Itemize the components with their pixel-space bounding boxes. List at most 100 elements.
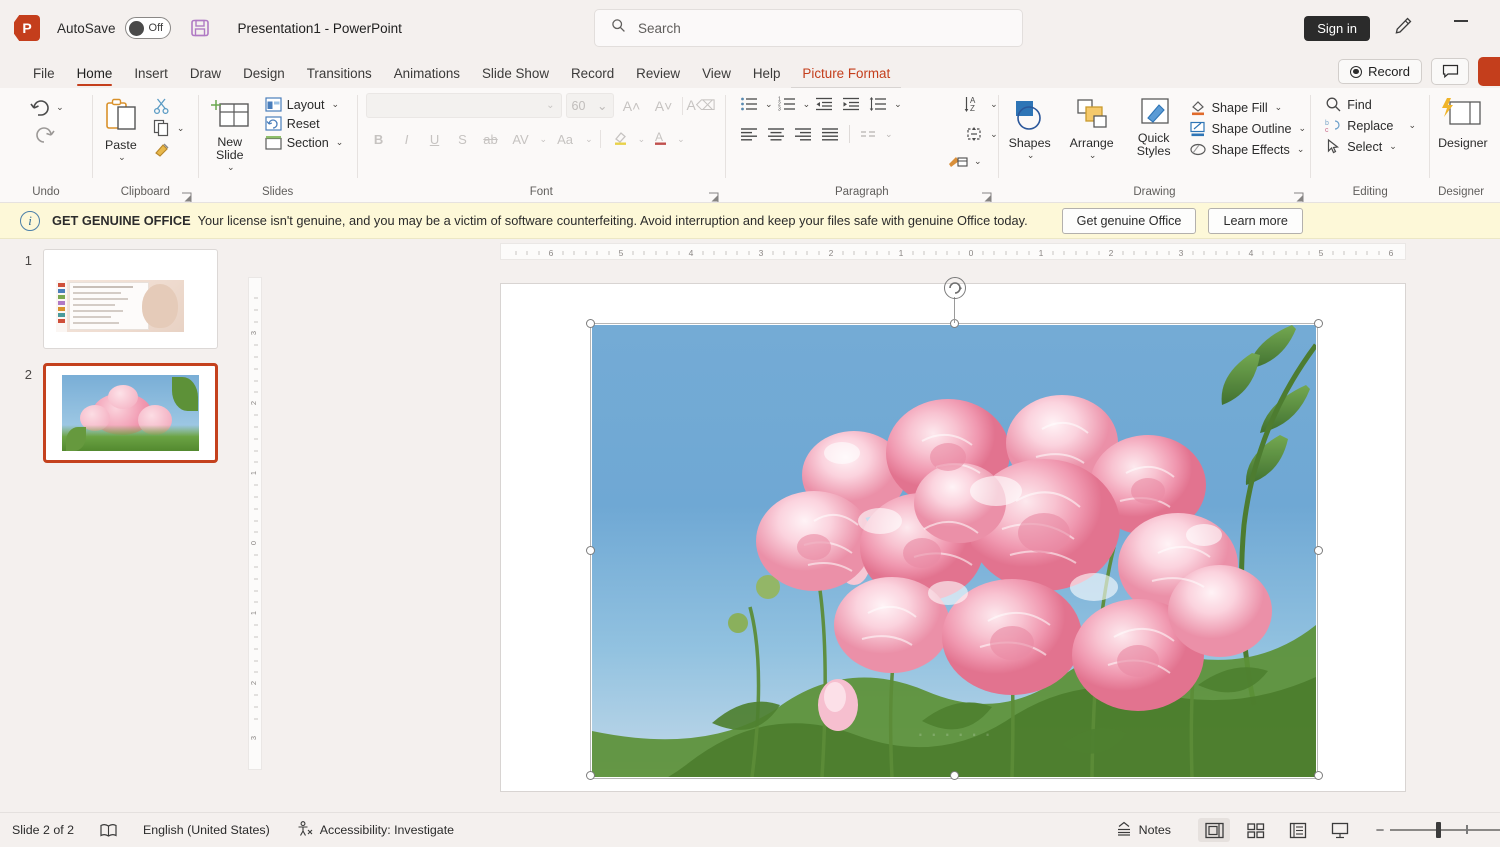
share-button[interactable]	[1478, 57, 1500, 86]
chevron-down-icon[interactable]: ⌄	[974, 156, 982, 167]
chevron-down-icon[interactable]: ⌄	[765, 99, 773, 110]
chevron-down-icon[interactable]: ⌄	[677, 134, 685, 145]
strikethrough-button[interactable]: ab	[478, 132, 504, 147]
notes-page-icon[interactable]	[87, 823, 130, 838]
resize-handle-top-right[interactable]	[1314, 319, 1323, 328]
increase-indent-icon[interactable]	[838, 93, 864, 115]
comment-icon[interactable]	[1431, 58, 1469, 85]
chevron-down-icon[interactable]: ⌄	[990, 99, 998, 110]
text-shadow-button[interactable]: S	[450, 132, 476, 147]
bullet-list-icon[interactable]	[736, 93, 762, 115]
resize-handle-middle-left[interactable]	[586, 546, 595, 555]
thumbnail-slide-2[interactable]: 2	[0, 363, 242, 463]
zoom-slider[interactable]	[1390, 822, 1500, 838]
underline-button[interactable]: U	[422, 132, 448, 147]
chevron-down-icon[interactable]: ⌄	[990, 129, 998, 140]
language-indicator[interactable]: English (United States)	[130, 823, 283, 837]
decrease-indent-icon[interactable]	[811, 93, 837, 115]
font-dialog-launcher-icon[interactable]	[708, 190, 719, 202]
resize-handle-bottom-left[interactable]	[586, 771, 595, 780]
convert-to-smartart-icon[interactable]	[947, 152, 969, 175]
line-spacing-icon[interactable]	[865, 93, 891, 115]
cut-button[interactable]	[149, 95, 189, 117]
paragraph-dialog-launcher-icon[interactable]	[981, 190, 992, 202]
vertical-ruler[interactable]: 3 2 1 0 1 2 3	[242, 239, 268, 812]
picture-roses[interactable]: · · · · · ·	[592, 325, 1316, 777]
thumbnail-slide-1[interactable]: 1	[0, 249, 242, 349]
rotate-handle-icon[interactable]	[944, 277, 966, 299]
grow-font-icon[interactable]: A˄	[618, 98, 646, 114]
tab-home[interactable]: Home	[66, 66, 124, 88]
autosave-toggle[interactable]: Off	[124, 17, 171, 39]
reset-button[interactable]: Reset	[261, 114, 348, 133]
tab-file[interactable]: File	[22, 66, 66, 88]
shape-effects-button[interactable]: Shape Effects ⌄	[1185, 139, 1310, 160]
copy-button[interactable]: ⌄	[149, 117, 189, 139]
shrink-font-icon[interactable]: A˅	[650, 98, 678, 114]
tab-slide-show[interactable]: Slide Show	[471, 66, 560, 88]
character-spacing-button[interactable]: AV	[506, 132, 536, 147]
clipboard-dialog-launcher-icon[interactable]	[181, 190, 192, 202]
align-left-icon[interactable]	[736, 123, 762, 145]
shape-outline-button[interactable]: Shape Outline ⌄	[1185, 118, 1310, 139]
resize-handle-bottom-right[interactable]	[1314, 771, 1323, 780]
tab-view[interactable]: View	[691, 66, 742, 88]
shape-fill-button[interactable]: Shape Fill ⌄	[1185, 97, 1310, 118]
normal-view-icon[interactable]	[1198, 818, 1230, 842]
tab-draw[interactable]: Draw	[179, 66, 232, 88]
slideshow-view-icon[interactable]	[1324, 818, 1356, 842]
font-name-input[interactable]: ⌄	[365, 93, 562, 118]
arrange-button[interactable]: Arrange ⌄	[1061, 93, 1123, 183]
justify-icon[interactable]	[817, 123, 843, 145]
replace-button[interactable]: bc Replace ⌄	[1321, 115, 1429, 136]
quick-styles-button[interactable]: Quick Styles	[1123, 93, 1185, 183]
resize-handle-middle-right[interactable]	[1314, 546, 1323, 555]
search-input[interactable]: Search	[594, 9, 1023, 47]
change-case-button[interactable]: Aa	[549, 132, 581, 147]
chevron-down-icon[interactable]: ⌄	[638, 134, 646, 145]
align-right-icon[interactable]	[790, 123, 816, 145]
font-size-input[interactable]: 60 ⌄	[565, 93, 614, 118]
designer-button[interactable]: Designer	[1430, 93, 1496, 183]
select-button[interactable]: Select ⌄	[1321, 136, 1429, 157]
pen-highlight-icon[interactable]	[1393, 16, 1413, 41]
paste-button[interactable]: Paste ⌄	[93, 93, 149, 183]
numbered-list-icon[interactable]: 123	[774, 93, 800, 115]
text-direction-icon[interactable]: AZ	[961, 93, 987, 115]
thumbnail-frame-selected[interactable]	[43, 363, 218, 463]
notes-button[interactable]: Notes	[1103, 821, 1184, 839]
tab-design[interactable]: Design	[232, 66, 296, 88]
align-text-icon[interactable]	[961, 123, 987, 145]
resize-handle-top-left[interactable]	[586, 319, 595, 328]
layout-button[interactable]: Layout ⌄	[261, 95, 348, 114]
new-slide-button[interactable]: New Slide ⌄	[199, 93, 261, 183]
reading-view-icon[interactable]	[1282, 818, 1314, 842]
chevron-down-icon[interactable]: ⌄	[803, 99, 811, 110]
italic-button[interactable]: I	[394, 132, 420, 147]
tab-insert[interactable]: Insert	[123, 66, 179, 88]
tab-picture-format[interactable]: Picture Format	[791, 66, 902, 89]
shapes-button[interactable]: Shapes ⌄	[999, 93, 1061, 183]
tab-record[interactable]: Record	[560, 66, 625, 88]
record-button[interactable]: Record	[1338, 59, 1422, 84]
undo-button[interactable]: ⌄	[28, 96, 64, 118]
tab-review[interactable]: Review	[625, 66, 691, 88]
font-color-icon[interactable]: A	[647, 129, 673, 149]
learn-more-button[interactable]: Learn more	[1208, 207, 1303, 234]
clear-formatting-icon[interactable]: A⌫	[687, 97, 716, 114]
chevron-down-icon[interactable]: ⌄	[885, 129, 893, 140]
find-button[interactable]: Find	[1321, 94, 1429, 115]
horizontal-ruler[interactable]: 6 5 4 3 2 1 0 1 2 3 4 5 6	[500, 243, 1406, 260]
bold-button[interactable]: B	[366, 132, 392, 147]
zoom-out-icon[interactable]: −	[1370, 822, 1390, 839]
slide-counter[interactable]: Slide 2 of 2	[0, 823, 87, 837]
text-highlight-color-icon[interactable]	[608, 129, 634, 149]
format-painter-button[interactable]	[149, 139, 189, 161]
save-disk-icon[interactable]	[189, 17, 211, 39]
align-center-icon[interactable]	[763, 123, 789, 145]
section-button[interactable]: Section ⌄	[261, 133, 348, 152]
thumbnail-frame[interactable]	[43, 249, 218, 349]
minimize-icon[interactable]	[1454, 20, 1468, 22]
drawing-dialog-launcher-icon[interactable]	[1293, 190, 1304, 202]
columns-icon[interactable]	[856, 123, 882, 145]
